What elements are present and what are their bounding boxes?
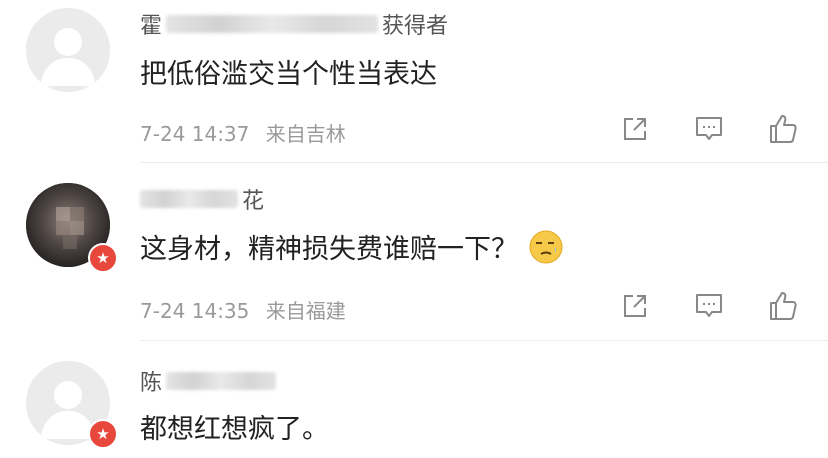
comment-actions xyxy=(618,112,800,146)
comment-time: 7-24 14:35 xyxy=(140,299,250,323)
comment-item: 霍 获得者 把低俗滥交当个性当表达 7-24 14:37 来自吉林 xyxy=(0,0,828,163)
comment-text: 这身材，精神损失费谁赔一下？ xyxy=(140,227,564,266)
nickname-visible-end: 花 xyxy=(242,189,265,214)
comment-button[interactable] xyxy=(692,289,726,323)
comment-actions xyxy=(618,289,800,323)
verified-badge: ★ xyxy=(88,419,118,449)
comment-location: 来自福建 xyxy=(265,299,346,323)
thumbs-up-icon xyxy=(770,115,797,143)
nickname-redaction xyxy=(140,190,238,208)
like-button[interactable] xyxy=(766,112,800,146)
comment-location: 来自吉林 xyxy=(265,122,346,146)
share-button[interactable] xyxy=(618,112,652,146)
avatar[interactable] xyxy=(26,8,110,92)
comment-item: ★ 花 这身材，精神损失费谁赔一下？ 7-24 14:35 来自福建 xyxy=(0,163,828,341)
verified-badge: ★ xyxy=(88,243,118,273)
share-icon xyxy=(624,295,646,317)
nickname-visible-end: 获得者 xyxy=(382,14,449,39)
star-icon: ★ xyxy=(96,249,110,267)
comment-time: 7-24 14:37 xyxy=(140,122,250,146)
comment-text: 都想红想疯了。 xyxy=(140,407,329,446)
comment-icon xyxy=(696,117,722,140)
comment-text: 把低俗滥交当个性当表达 xyxy=(140,52,437,91)
comment-meta: 7-24 14:37 来自吉林 xyxy=(140,118,356,147)
default-avatar-icon xyxy=(26,8,110,92)
like-button[interactable] xyxy=(766,289,800,323)
nickname-redaction xyxy=(166,372,277,390)
comment-text-content: 这身材，精神损失费谁赔一下？ xyxy=(140,234,518,265)
share-icon xyxy=(624,118,646,140)
star-icon: ★ xyxy=(96,425,110,443)
share-button[interactable] xyxy=(618,289,652,323)
comment-icon xyxy=(696,294,722,317)
nickname-visible-start: 陈 xyxy=(140,371,163,396)
commenter-nickname[interactable]: 霍 获得者 xyxy=(140,8,448,40)
commenter-nickname[interactable]: 陈 xyxy=(140,365,277,397)
comment-text-content: 把低俗滥交当个性当表达 xyxy=(140,59,437,90)
comment-item: ★ 陈 都想红想疯了。 xyxy=(0,341,828,458)
comment-meta: 7-24 14:35 来自福建 xyxy=(140,295,356,324)
nickname-visible-start: 霍 xyxy=(140,14,163,39)
awkward-smile-emoji-icon xyxy=(529,230,563,263)
commenter-nickname[interactable]: 花 xyxy=(140,183,264,215)
comment-text-content: 都想红想疯了。 xyxy=(140,414,329,445)
thumbs-up-icon xyxy=(770,292,797,320)
comment-button[interactable] xyxy=(692,112,726,146)
nickname-redaction xyxy=(166,15,379,33)
